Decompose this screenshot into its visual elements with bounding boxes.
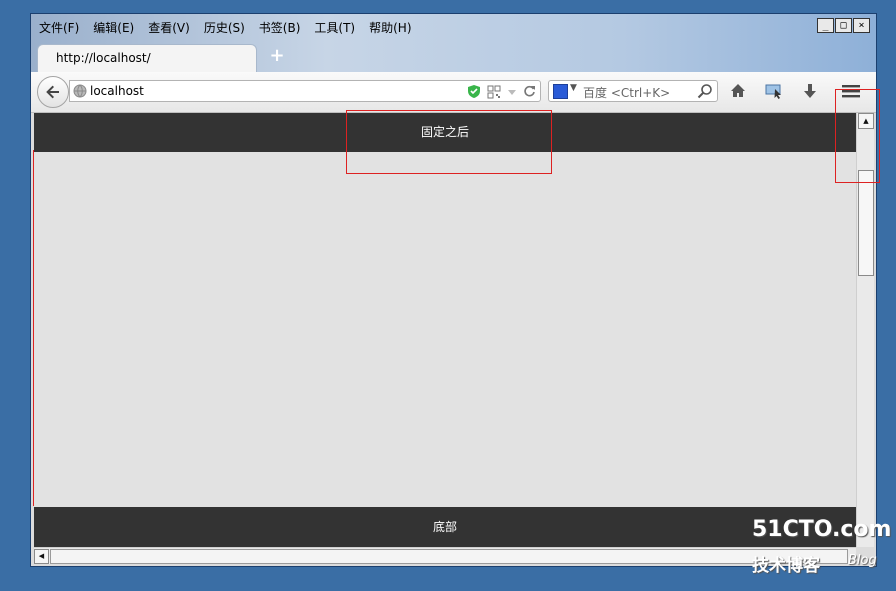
back-arrow-icon — [46, 85, 59, 99]
menu-history[interactable]: 历史(S) — [204, 19, 245, 36]
new-tab-button[interactable]: + — [269, 47, 285, 65]
watermark-tagline: 技术博客 — [752, 556, 820, 576]
title-bar: 文件(F) 编辑(E) 查看(V) 历史(S) 书签(B) 工具(T) 帮助(H… — [31, 14, 876, 72]
tab-title: http://localhost/ — [56, 51, 151, 65]
engine-dropdown-icon[interactable]: ▼ — [570, 83, 577, 93]
home-icon — [731, 84, 745, 97]
url-input[interactable]: localhost — [90, 84, 144, 98]
globe-icon — [73, 84, 87, 98]
search-bar[interactable]: ▼ 百度 <Ctrl+K> — [548, 80, 718, 102]
home-button[interactable] — [728, 81, 748, 101]
vertical-scroll-thumb[interactable] — [858, 170, 874, 276]
back-button[interactable] — [37, 76, 69, 108]
horizontal-scroll-thumb[interactable] — [50, 549, 848, 564]
minimize-button[interactable]: _ — [817, 18, 834, 33]
menu-tools[interactable]: 工具(T) — [314, 19, 355, 36]
menu-view[interactable]: 查看(V) — [148, 19, 190, 36]
menu-bar: 文件(F) 编辑(E) 查看(V) 历史(S) 书签(B) 工具(T) 帮助(H… — [39, 19, 412, 36]
tab-localhost[interactable]: http://localhost/ — [37, 44, 257, 72]
screenshot-icon — [765, 84, 781, 99]
download-icon — [804, 84, 816, 98]
watermark-site: 51CTO.com — [752, 517, 892, 542]
url-bar[interactable]: localhost — [69, 80, 541, 102]
horizontal-scrollbar[interactable]: ◀ — [34, 547, 856, 564]
downloads-button[interactable] — [800, 81, 820, 101]
search-icon[interactable] — [697, 83, 713, 99]
annotation-box-header — [346, 110, 552, 174]
window-controls: _ □ × — [817, 18, 870, 33]
dropdown-arrow-icon[interactable] — [507, 87, 517, 97]
menu-edit[interactable]: 编辑(E) — [93, 19, 134, 36]
page-content: 固定之后 底部 — [34, 113, 856, 547]
search-input[interactable]: 百度 <Ctrl+K> — [583, 84, 670, 101]
watermark: 51CTO.com 技术博客 Blog — [750, 517, 891, 577]
url-bar-icons — [467, 84, 536, 99]
screenshot-button[interactable] — [764, 81, 784, 101]
menu-file[interactable]: 文件(F) — [39, 19, 79, 36]
navigation-toolbar: localhost ▼ 百度 <Ctrl+K> — [31, 72, 876, 113]
menu-help[interactable]: 帮助(H) — [369, 19, 411, 36]
watermark-blog: Blog — [848, 553, 877, 568]
shield-icon[interactable] — [467, 84, 481, 99]
qr-code-icon[interactable] — [487, 85, 501, 99]
annotation-box-scrollbar — [835, 89, 880, 183]
scroll-left-arrow-icon[interactable]: ◀ — [34, 549, 49, 564]
annotation-left-line — [33, 150, 34, 506]
page-footer: 底部 — [34, 507, 856, 547]
reload-icon[interactable] — [523, 85, 536, 98]
maximize-button[interactable]: □ — [835, 18, 852, 33]
browser-window: 文件(F) 编辑(E) 查看(V) 历史(S) 书签(B) 工具(T) 帮助(H… — [30, 13, 877, 567]
baidu-engine-icon[interactable] — [553, 84, 568, 99]
close-button[interactable]: × — [853, 18, 870, 33]
menu-bookmarks[interactable]: 书签(B) — [259, 19, 301, 36]
